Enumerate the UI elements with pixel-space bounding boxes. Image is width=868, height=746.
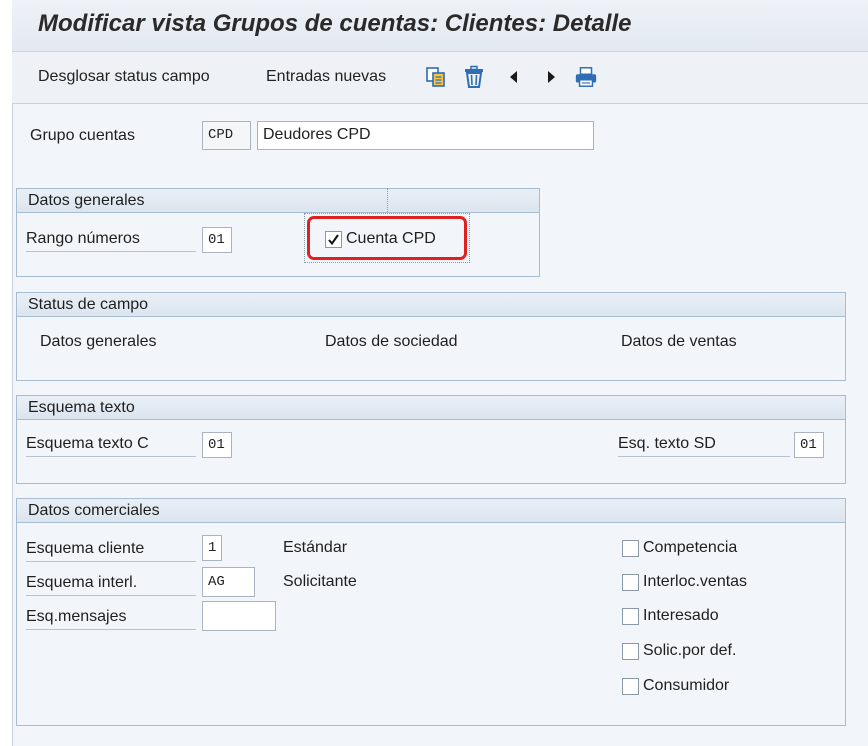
number-range-label: Rango números [26,226,196,252]
text-scheme-header: Esquema texto [17,396,845,420]
default-sold-to-label[interactable]: Solic.por def. [643,642,736,660]
consumer-label[interactable]: Consumidor [643,677,729,695]
text-scheme-c-field[interactable]: 01 [202,432,232,458]
account-group-code-field[interactable]: CPD [202,121,251,150]
next-icon[interactable] [539,64,563,90]
highlight-box [307,216,467,260]
messages-scheme-label: Esq.mensajes [26,604,196,630]
sales-partner-checkbox[interactable] [622,574,639,591]
field-status-header: Status de campo [17,293,845,317]
general-data-header: Datos generales [17,189,539,213]
partner-scheme-label: Esquema interl. [26,570,196,596]
account-group-description-field[interactable]: Deudores CPD [257,121,594,150]
field-status-sales-data-button[interactable]: Datos de ventas [621,333,737,351]
competitor-label[interactable]: Competencia [643,539,737,557]
previous-icon[interactable] [502,64,526,90]
partner-scheme-field[interactable]: AG [202,567,255,597]
application-toolbar: Desglosar status campo Entradas nuevas [12,52,868,104]
sales-partner-label[interactable]: Interloc.ventas [643,573,747,591]
messages-scheme-field[interactable] [202,601,276,631]
customer-scheme-field[interactable]: 1 [202,535,222,561]
field-status-company-data-button[interactable]: Datos de sociedad [325,333,458,351]
consumer-checkbox[interactable] [622,678,639,695]
copy-icon[interactable] [424,64,448,90]
field-status-general-data-button[interactable]: Datos generales [40,333,157,351]
delete-icon[interactable] [462,64,486,90]
column-divider [387,188,388,212]
text-scheme-c-label: Esquema texto C [26,431,196,457]
text-scheme-sd-field[interactable]: 01 [794,432,824,458]
print-icon[interactable] [574,64,598,90]
prospect-checkbox[interactable] [622,608,639,625]
competitor-checkbox[interactable] [622,540,639,557]
breakdown-field-status-button[interactable]: Desglosar status campo [38,68,210,86]
account-group-label: Grupo cuentas [30,127,135,144]
commercial-data-header: Datos comerciales [17,499,845,523]
default-sold-to-checkbox[interactable] [622,643,639,660]
text-scheme-sd-label: Esq. texto SD [618,431,790,457]
customer-scheme-text: Estándar [283,539,348,556]
title-bar: Modificar vista Grupos de cuentas: Clien… [12,0,868,52]
page-title: Modificar vista Grupos de cuentas: Clien… [38,10,632,37]
number-range-field[interactable]: 01 [202,227,232,253]
prospect-label[interactable]: Interesado [643,607,719,625]
partner-scheme-text: Solicitante [283,573,357,590]
customer-scheme-label: Esquema cliente [26,536,196,562]
new-entries-button[interactable]: Entradas nuevas [266,68,386,86]
